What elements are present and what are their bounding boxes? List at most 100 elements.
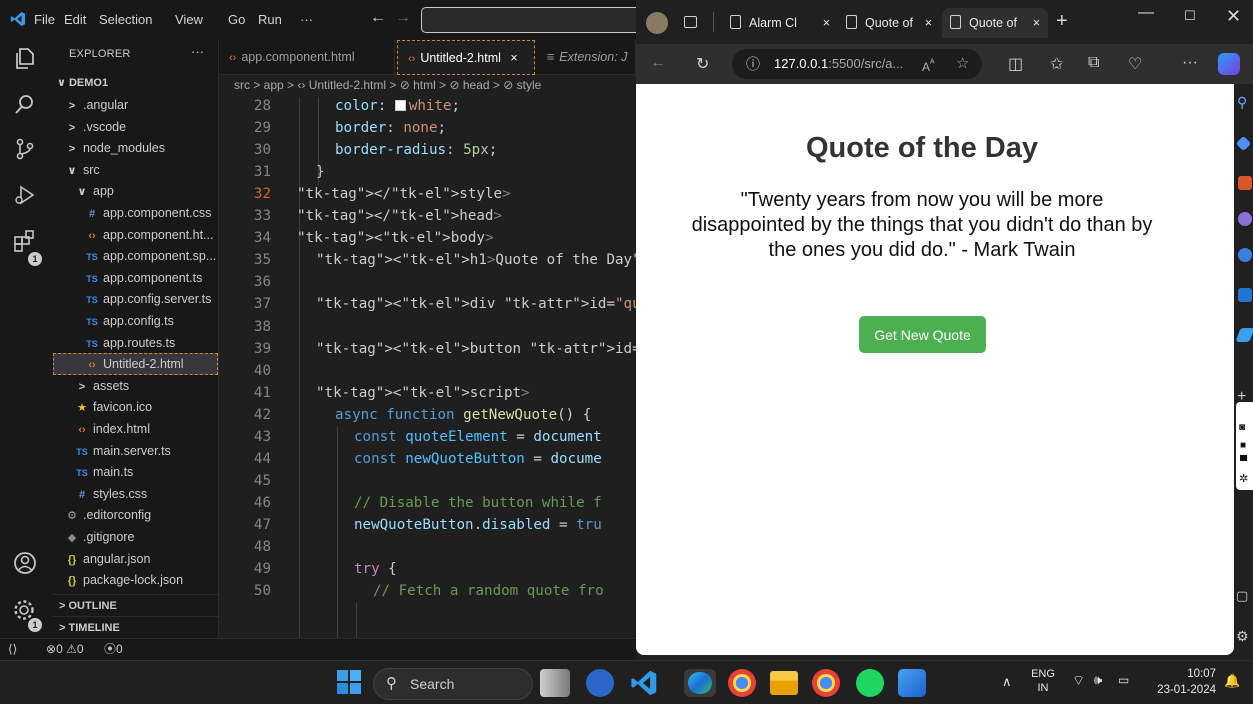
problems-indicator[interactable]: ⊗0 ⚠0 xyxy=(46,639,84,659)
source-control-icon[interactable] xyxy=(12,136,40,164)
window-icon[interactable]: ▀ xyxy=(1240,456,1247,467)
tree-file[interactable]: TS app.component.sp... xyxy=(53,245,218,267)
chrome-icon-2[interactable] xyxy=(812,669,840,697)
run-debug-icon[interactable] xyxy=(12,182,40,210)
split-screen-icon[interactable]: ◫ xyxy=(1008,54,1023,74)
tree-file[interactable]: TS main.server.ts xyxy=(53,440,218,462)
explorer-icon[interactable] xyxy=(12,46,40,74)
photos-icon[interactable] xyxy=(898,669,926,697)
breadcrumb[interactable]: src > app > ‹› Untitled-2.html > ⊘ html … xyxy=(219,75,636,97)
taskbar-search[interactable]: ⚲ Search xyxy=(373,668,533,700)
tree-folder[interactable]: > node_modules xyxy=(53,137,218,159)
tab-close-icon[interactable]: × xyxy=(510,51,517,65)
file-explorer-icon[interactable] xyxy=(770,671,798,695)
language-indicator[interactable]: ENG IN xyxy=(1030,667,1056,695)
timeline-section[interactable]: > TIMELINE xyxy=(53,616,218,638)
menu-run[interactable]: Run xyxy=(258,12,282,27)
copilot-icon[interactable] xyxy=(1218,53,1240,75)
outlook-icon[interactable] xyxy=(1238,288,1252,302)
menu-view[interactable]: View xyxy=(175,12,203,27)
video-icon[interactable]: ■ xyxy=(1240,440,1246,451)
tree-file[interactable]: ‹› app.component.ht... xyxy=(53,224,218,246)
tree-file[interactable]: # styles.css xyxy=(53,483,218,505)
tree-file[interactable]: # app.component.css xyxy=(53,202,218,224)
back-arrow-icon[interactable]: ← xyxy=(370,9,386,27)
preview-app-icon[interactable] xyxy=(586,669,614,697)
sidebar-toggle-icon[interactable]: ▢ xyxy=(1236,588,1248,604)
wifi-icon[interactable]: ⌔ xyxy=(1072,672,1085,690)
menu-more[interactable]: ··· xyxy=(300,12,313,27)
drop-icon[interactable] xyxy=(1235,328,1253,342)
settings-gear-icon[interactable]: ✲ xyxy=(1239,472,1248,485)
edge-taskbar-icon[interactable] xyxy=(684,669,716,697)
ports-indicator[interactable]: ⦿0 xyxy=(104,639,123,659)
forward-arrow-icon[interactable]: → xyxy=(395,9,411,27)
edge-tab-quote-1[interactable]: Quote of × xyxy=(840,8,940,38)
get-new-quote-button[interactable]: Get New Quote xyxy=(859,316,986,353)
outline-section[interactable]: > OUTLINE xyxy=(53,594,218,616)
vscode-taskbar-icon[interactable] xyxy=(630,669,658,697)
tree-file[interactable]: TS main.ts xyxy=(53,461,218,483)
tab-untitled-2-html[interactable]: ‹› Untitled-2.html × xyxy=(397,40,535,75)
search-icon[interactable]: ⚲ xyxy=(1237,94,1247,111)
profile-avatar[interactable] xyxy=(646,12,668,34)
tree-file[interactable]: ◆ .gitignore xyxy=(53,526,218,548)
microsoft365-icon[interactable] xyxy=(1238,248,1252,262)
tree-file[interactable]: TS app.config.server.ts xyxy=(53,288,218,310)
widgets-icon[interactable] xyxy=(540,669,570,697)
remote-icon[interactable]: ⟨⟩ xyxy=(8,639,17,659)
new-tab-button[interactable]: + xyxy=(1056,10,1068,33)
minimize-button[interactable]: — xyxy=(1138,4,1154,22)
favorites-icon[interactable]: ✩ xyxy=(1050,54,1063,74)
volume-icon[interactable]: 🕪 xyxy=(1094,672,1102,688)
tree-folder[interactable]: ∨ app xyxy=(53,180,218,202)
tree-file[interactable]: ⚙ .editorconfig xyxy=(53,504,218,526)
edge-tab-quote-active[interactable]: Quote of × xyxy=(942,8,1048,38)
read-aloud-icon[interactable]: Aᴬ xyxy=(922,49,935,82)
windows-start-icon[interactable] xyxy=(336,669,364,697)
tree-file[interactable]: {} angular.json xyxy=(53,548,218,570)
close-window-button[interactable]: ✕ xyxy=(1226,6,1241,27)
menu-file[interactable]: File xyxy=(34,12,55,27)
settings-more-icon[interactable]: ··· xyxy=(1182,54,1198,72)
tab-app-component-html[interactable]: ‹› app.component.html xyxy=(219,40,395,75)
accounts-icon[interactable] xyxy=(12,550,40,578)
tab-close-icon[interactable]: × xyxy=(1033,8,1040,38)
maximize-button[interactable]: ☐ xyxy=(1184,8,1196,24)
sidebar-settings-icon[interactable]: ⚙ xyxy=(1236,628,1249,645)
spotify-icon[interactable] xyxy=(856,669,884,697)
games-icon[interactable] xyxy=(1238,212,1252,226)
tree-folder[interactable]: ∨ src xyxy=(53,159,218,181)
shopping-tag-icon[interactable] xyxy=(1235,135,1252,152)
menu-go[interactable]: Go xyxy=(228,12,245,27)
tree-folder[interactable]: > assets xyxy=(53,375,218,397)
refresh-icon[interactable]: ↻ xyxy=(696,54,709,74)
clock[interactable]: 10:07 23-01-2024 xyxy=(1146,666,1216,698)
camera-icon[interactable]: ◙ xyxy=(1239,422,1245,433)
project-root[interactable]: ∨ DEMO1 xyxy=(53,72,218,94)
command-center-search[interactable] xyxy=(421,7,636,33)
tree-folder[interactable]: > .vscode xyxy=(53,116,218,138)
workspaces-icon[interactable] xyxy=(684,16,697,28)
tree-file[interactable]: TS app.routes.ts xyxy=(53,332,218,354)
favorite-star-icon[interactable]: ☆ xyxy=(956,49,969,79)
notification-bell-icon[interactable]: 🔔 xyxy=(1224,673,1240,689)
edge-tab-alarm[interactable]: Alarm Cl × xyxy=(724,8,838,38)
browser-essentials-icon[interactable]: ♡ xyxy=(1128,54,1142,74)
code-editor[interactable]: 28 color: white; 29 border: none; 30 border-r… xyxy=(219,97,636,638)
tab-extension[interactable]: ≡ Extension: J xyxy=(537,40,636,75)
collections-icon[interactable]: ⧉ xyxy=(1088,54,1099,72)
menu-edit[interactable]: Edit xyxy=(64,12,86,27)
tab-close-icon[interactable]: × xyxy=(925,8,932,38)
tree-file[interactable]: ‹› Untitled-2.html xyxy=(53,353,218,376)
address-bar[interactable]: ⓘ 127.0.0.1:5500/src/a... Aᴬ ☆ xyxy=(732,49,982,79)
tree-file[interactable]: {} package-lock.json xyxy=(53,569,218,591)
back-icon[interactable]: ← xyxy=(650,54,666,72)
tree-file[interactable]: TS app.config.ts xyxy=(53,310,218,332)
tree-file[interactable]: ‹› index.html xyxy=(53,418,218,440)
menu-selection[interactable]: Selection xyxy=(99,12,152,27)
tree-folder[interactable]: > .angular xyxy=(53,94,218,116)
site-info-icon[interactable]: ⓘ xyxy=(746,49,760,79)
battery-icon[interactable]: ▭ xyxy=(1118,673,1129,687)
chrome-icon[interactable] xyxy=(728,669,756,697)
